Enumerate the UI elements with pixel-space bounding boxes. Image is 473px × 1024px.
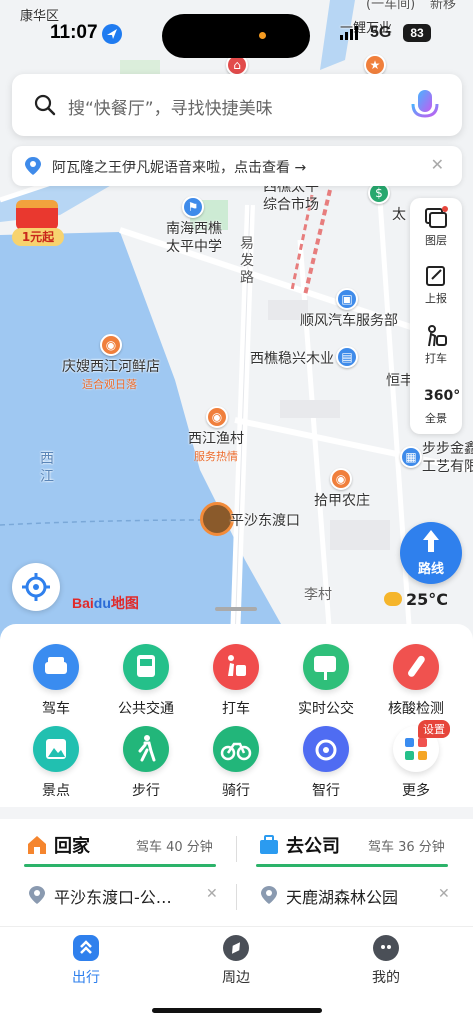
promo-label: 1元起 — [12, 228, 64, 246]
poi-restaurant-icon[interactable]: ◉ — [330, 468, 352, 490]
weather-widget[interactable]: 25°C — [384, 590, 448, 609]
poi-car-service-icon[interactable]: ▣ — [336, 288, 358, 310]
home-icon — [28, 836, 46, 854]
map-label-qingsou[interactable]: 庆嫂西江河鲜店 — [62, 358, 160, 376]
poi-company-icon[interactable]: ▦ — [400, 446, 422, 468]
map-label-licun: 李村 — [304, 587, 332, 603]
service-nucleic-test[interactable]: 核酸检测 — [376, 644, 456, 718]
battery-icon: 83 — [403, 24, 431, 42]
service-walk[interactable]: 步行 — [106, 726, 186, 800]
location-pin-icon — [25, 157, 41, 175]
poi-school-icon[interactable]: ⚑ — [182, 196, 204, 218]
shortcut-separator — [236, 836, 237, 862]
recent-item[interactable]: 天鹿湖森林公园 ✕ — [256, 880, 452, 912]
map-label-shijia[interactable]: 拾甲农庄 — [314, 492, 370, 510]
map-label-tai: 太 — [392, 207, 406, 223]
route-button[interactable]: 路线 — [400, 522, 462, 584]
taxi-icon — [428, 325, 447, 347]
network-type: 5G — [370, 24, 392, 41]
work-underline — [256, 864, 448, 867]
map-label-yucun[interactable]: 西江渔村 — [188, 430, 244, 448]
voice-mic-icon[interactable] — [408, 88, 442, 124]
tool-report[interactable]: 上报 — [410, 256, 462, 312]
user-location-avatar[interactable] — [200, 502, 234, 536]
close-icon[interactable]: ✕ — [431, 155, 444, 174]
notice-text[interactable]: 阿瓦隆之王伊凡妮语音来啦，点击查看 → — [52, 157, 306, 177]
search-placeholder[interactable]: 搜“快餐厅”，寻找快捷美味 — [68, 94, 273, 119]
map-toolbar: 图层 上报 打车 360° 全景 — [410, 198, 462, 434]
gift-icon — [16, 200, 58, 230]
map-label-wenxing[interactable]: 西樵稳兴木业 — [250, 350, 334, 368]
report-icon — [426, 266, 445, 286]
search-icon — [34, 94, 56, 116]
recent-item[interactable]: 平沙东渡口-公… ✕ — [24, 880, 220, 912]
scenic-icon — [33, 726, 79, 772]
map-label-xijiang: 西 江 — [40, 451, 54, 485]
shortcut-work[interactable]: 去公司 驾车 36 分钟 — [256, 830, 448, 867]
voice-notice-banner[interactable]: 阿瓦隆之王伊凡妮语音来啦，点击查看 → ✕ — [12, 146, 462, 186]
search-bar[interactable]: 搜“快餐厅”，寻找快捷美味 — [12, 74, 462, 136]
realtime-bus-icon — [303, 644, 349, 690]
tool-taxi[interactable]: 打车 — [410, 316, 462, 372]
panorama-360-icon: 360° — [424, 388, 461, 404]
travel-icon — [73, 935, 99, 961]
recent-separator — [236, 884, 237, 910]
test-tube-icon — [393, 644, 439, 690]
briefcase-icon — [260, 835, 278, 854]
map-label-yifa-road: 易 发 路 — [240, 236, 254, 286]
service-smart-travel[interactable]: 智行 — [286, 726, 366, 800]
locate-me-button[interactable] — [12, 563, 60, 611]
map-label-bubu[interactable]: 步步金鑫 工艺有限 — [422, 440, 473, 476]
service-realtime-bus[interactable]: 实时公交 — [286, 644, 366, 718]
close-icon[interactable]: ✕ — [438, 886, 450, 902]
red-packet-promo[interactable]: 1元起 — [12, 198, 64, 248]
service-taxi[interactable]: 打车 — [196, 644, 276, 718]
sheet-drag-handle[interactable] — [215, 607, 257, 611]
poi-star-icon[interactable]: ★ — [364, 54, 386, 76]
service-public-transport[interactable]: 公共交通 — [106, 644, 186, 718]
bike-icon — [213, 726, 259, 772]
compass-icon — [223, 935, 249, 961]
tab-nearby[interactable]: 周边 — [186, 935, 286, 987]
service-bike[interactable]: 骑行 — [196, 726, 276, 800]
tab-travel[interactable]: 出行 — [36, 935, 136, 987]
service-drive[interactable]: 驾车 — [16, 644, 96, 718]
tool-layers[interactable]: 图层 — [410, 198, 462, 254]
status-bar: 11:07 5G 83 — [0, 0, 473, 58]
service-scenic[interactable]: 景点 — [16, 726, 96, 800]
poi-restaurant-icon[interactable]: ◉ — [206, 406, 228, 428]
car-icon — [33, 644, 79, 690]
tool-panorama[interactable]: 360° 全景 — [410, 376, 462, 432]
route-arrow-icon — [423, 530, 439, 552]
poi-restaurant-icon[interactable]: ◉ — [100, 334, 122, 356]
smart-travel-icon — [303, 726, 349, 772]
map-sub-yucun: 服务热情 — [194, 450, 238, 463]
location-pin-icon — [29, 886, 45, 904]
crosshair-icon — [22, 573, 50, 601]
profile-icon — [373, 935, 399, 961]
bus-icon — [123, 644, 169, 690]
map-label-shunfeng[interactable]: 顺风汽车服务部 — [300, 312, 398, 330]
map-sub-qingsou: 适合观日落 — [82, 378, 137, 391]
sunny-cloud-icon — [384, 592, 402, 606]
tab-profile[interactable]: 我的 — [336, 935, 436, 987]
shortcut-home[interactable]: 回家 驾车 40 分钟 — [24, 830, 216, 867]
baidu-map-logo: Baidu地图 — [72, 595, 139, 611]
map-label-nanhai-school[interactable]: 南海西樵 太平中学 — [166, 220, 222, 256]
status-time: 11:07 — [50, 22, 98, 43]
map-label-pingsha[interactable]: 平沙东渡口 — [230, 512, 300, 530]
walk-icon — [123, 726, 169, 772]
home-indicator — [152, 1008, 322, 1013]
layers-icon — [425, 206, 448, 228]
signal-icon — [340, 26, 364, 43]
section-divider — [0, 807, 473, 819]
dynamic-island — [162, 14, 310, 58]
location-pin-icon — [261, 886, 277, 904]
poi-wood-icon[interactable]: ▤ — [336, 346, 358, 368]
taxi-hail-icon — [213, 644, 259, 690]
close-icon[interactable]: ✕ — [206, 886, 218, 902]
settings-badge[interactable]: 设置 — [418, 720, 450, 738]
location-arrow-icon — [102, 24, 122, 44]
home-underline — [24, 864, 216, 867]
